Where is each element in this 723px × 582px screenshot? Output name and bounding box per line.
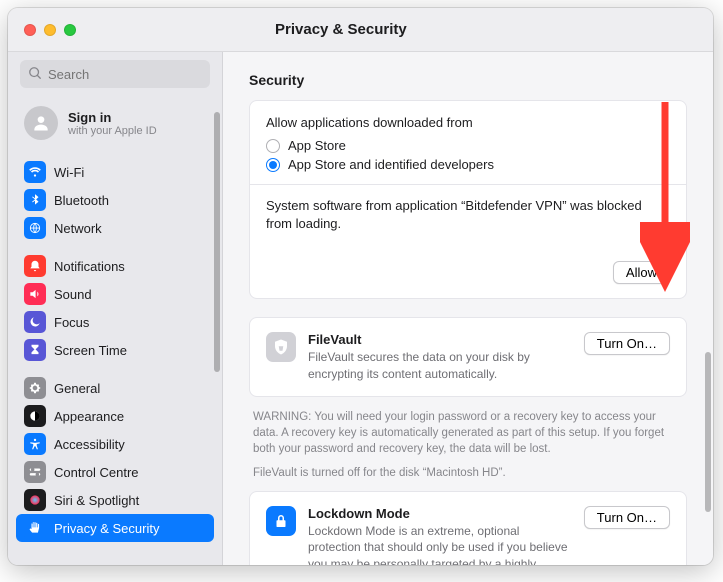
siri-icon: [24, 489, 46, 511]
content-pane: Security Allow applications downloaded f…: [223, 52, 713, 565]
settings-window: Privacy & Security Sign in with your App…: [8, 8, 713, 565]
content-scrollbar[interactable]: [705, 352, 711, 512]
page-title: Privacy & Security: [223, 21, 407, 38]
blocked-message: System software from application “Bitdef…: [266, 197, 670, 233]
sidebar-item-privacy[interactable]: Privacy & Security: [16, 514, 214, 542]
allow-button[interactable]: Allow: [613, 261, 670, 284]
sidebar-item-general[interactable]: General: [16, 374, 214, 402]
sidebar-item-label: Focus: [54, 315, 89, 330]
lockdown-card: Lockdown Mode Lockdown Mode is an extrem…: [249, 491, 687, 565]
lockdown-turn-on-button[interactable]: Turn On…: [584, 506, 670, 529]
search-field[interactable]: [20, 60, 210, 88]
divider: [250, 184, 686, 185]
bluetooth-icon: [24, 189, 46, 211]
sidebar-item-label: Privacy & Security: [54, 521, 159, 536]
sidebar-item-notifications[interactable]: Notifications: [16, 252, 214, 280]
window-controls: [8, 24, 223, 36]
sidebar-item-focus[interactable]: Focus: [16, 308, 214, 336]
radio-icon: [266, 139, 280, 153]
gear-icon: [24, 377, 46, 399]
filevault-turn-on-button[interactable]: Turn On…: [584, 332, 670, 355]
globe-icon: [24, 217, 46, 239]
wifi-icon: [24, 161, 46, 183]
filevault-title: FileVault: [308, 332, 572, 347]
zoom-window-button[interactable]: [64, 24, 76, 36]
sidebar-scrollbar[interactable]: [214, 112, 220, 372]
sidebar-item-sound[interactable]: Sound: [16, 280, 214, 308]
radio-label: App Store and identified developers: [288, 157, 494, 172]
lockdown-desc: Lockdown Mode is an extreme, optional pr…: [308, 523, 572, 565]
sign-in-sublabel: with your Apple ID: [68, 125, 157, 137]
security-heading: Security: [249, 72, 687, 88]
sign-in-label: Sign in: [68, 110, 157, 125]
avatar-icon: [24, 106, 58, 140]
sidebar-item-controlcentre[interactable]: Control Centre: [16, 458, 214, 486]
sidebar-item-appearance[interactable]: Appearance: [16, 402, 214, 430]
allow-from-label: Allow applications downloaded from: [266, 115, 670, 130]
sidebar-item-network[interactable]: Network: [16, 214, 214, 242]
moon-icon: [24, 311, 46, 333]
search-icon: [28, 66, 42, 83]
sidebar-item-label: General: [54, 381, 100, 396]
filevault-warning: WARNING: You will need your login passwo…: [253, 409, 683, 457]
sidebar: Sign in with your Apple ID Wi-Fi Bluetoot…: [8, 52, 223, 565]
titlebar: Privacy & Security: [8, 8, 713, 52]
filevault-card: FileVault FileVault secures the data on …: [249, 317, 687, 396]
sidebar-item-label: Wi-Fi: [54, 165, 84, 180]
radio-app-store[interactable]: App Store: [266, 138, 670, 153]
sidebar-item-label: Appearance: [54, 409, 124, 424]
allow-applications-card: Allow applications downloaded from App S…: [249, 100, 687, 299]
sidebar-item-accessibility[interactable]: Accessibility: [16, 430, 214, 458]
radio-app-store-identified[interactable]: App Store and identified developers: [266, 157, 670, 172]
filevault-status: FileVault is turned off for the disk “Ma…: [253, 465, 683, 481]
close-window-button[interactable]: [24, 24, 36, 36]
sidebar-item-siri[interactable]: Siri & Spotlight: [16, 486, 214, 514]
sidebar-item-label: Network: [54, 221, 102, 236]
minimize-window-button[interactable]: [44, 24, 56, 36]
lockdown-title: Lockdown Mode: [308, 506, 572, 521]
sidebar-item-label: Notifications: [54, 259, 125, 274]
bell-icon: [24, 255, 46, 277]
search-input[interactable]: [48, 67, 202, 82]
filevault-icon: [266, 332, 296, 362]
switches-icon: [24, 461, 46, 483]
hand-icon: [24, 517, 46, 539]
sidebar-item-wifi[interactable]: Wi-Fi: [16, 158, 214, 186]
sidebar-item-label: Bluetooth: [54, 193, 109, 208]
lockdown-icon: [266, 506, 296, 536]
radio-icon: [266, 158, 280, 172]
sidebar-item-bluetooth[interactable]: Bluetooth: [16, 186, 214, 214]
speaker-icon: [24, 283, 46, 305]
radio-label: App Store: [288, 138, 346, 153]
accessibility-icon: [24, 433, 46, 455]
sidebar-item-label: Accessibility: [54, 437, 125, 452]
filevault-desc: FileVault secures the data on your disk …: [308, 349, 572, 381]
sidebar-item-label: Screen Time: [54, 343, 127, 358]
sidebar-item-label: Sound: [54, 287, 92, 302]
sidebar-item-label: Siri & Spotlight: [54, 493, 139, 508]
hourglass-icon: [24, 339, 46, 361]
sidebar-list: Wi-Fi Bluetooth Network Notifications Sound F…: [8, 154, 222, 565]
appearance-icon: [24, 405, 46, 427]
sidebar-item-label: Control Centre: [54, 465, 139, 480]
sign-in-row[interactable]: Sign in with your Apple ID: [8, 96, 222, 154]
sidebar-item-screentime[interactable]: Screen Time: [16, 336, 214, 364]
